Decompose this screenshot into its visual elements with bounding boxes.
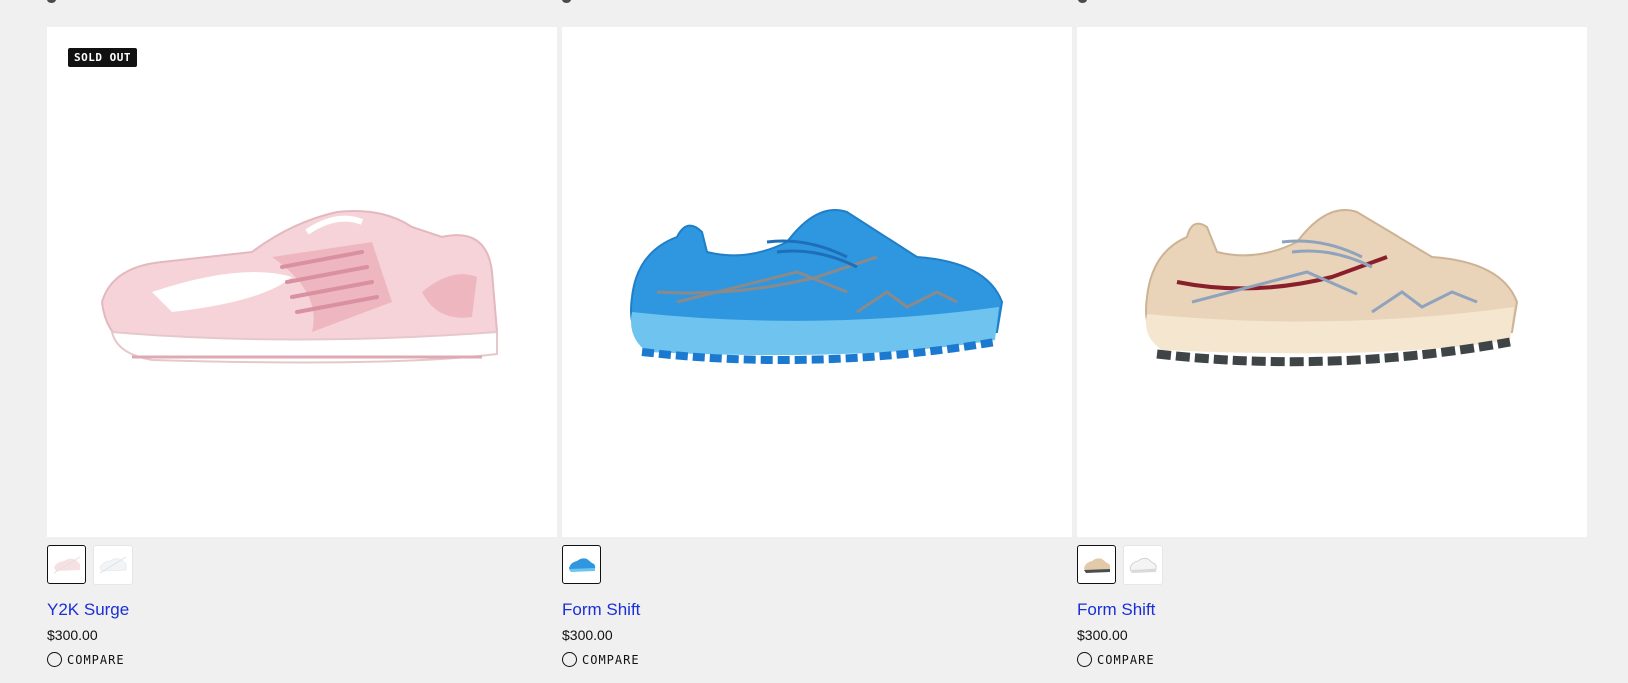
color-swatches bbox=[1077, 545, 1587, 585]
compare-label: COMPARE bbox=[582, 652, 640, 667]
product-name-link[interactable]: Y2K Surge bbox=[47, 599, 129, 621]
product-price: $300.00 bbox=[562, 627, 613, 643]
compare-toggle[interactable]: COMPARE bbox=[1077, 652, 1587, 667]
product-name-link[interactable]: Form Shift bbox=[1077, 599, 1155, 621]
blue-shoe-swatch-icon bbox=[568, 557, 595, 572]
product-grid: SOLD OUT Y2K Surge $300.00 COMPARE Form … bbox=[47, 27, 1587, 667]
product-name-link[interactable]: Form Shift bbox=[562, 599, 640, 621]
color-swatches bbox=[47, 545, 557, 585]
tan-shoe-swatch-icon bbox=[1083, 557, 1110, 573]
swatch-pink[interactable] bbox=[47, 545, 86, 584]
product-card: SOLD OUT Y2K Surge $300.00 COMPARE bbox=[47, 27, 557, 667]
product-image[interactable] bbox=[1077, 27, 1587, 537]
swatch-white[interactable] bbox=[1123, 545, 1163, 585]
compare-toggle[interactable]: COMPARE bbox=[562, 652, 1072, 667]
product-price: $300.00 bbox=[47, 627, 98, 643]
compare-label: COMPARE bbox=[1097, 652, 1155, 667]
product-price: $300.00 bbox=[1077, 627, 1128, 643]
sold-out-badge: SOLD OUT bbox=[68, 48, 137, 67]
pink-white-sneaker-icon bbox=[100, 210, 499, 364]
swatch-blue[interactable] bbox=[562, 545, 601, 584]
white-sneaker-swatch-icon bbox=[99, 556, 127, 574]
compare-toggle[interactable]: COMPARE bbox=[47, 652, 557, 667]
compare-radio[interactable] bbox=[1077, 652, 1092, 667]
swatch-tan[interactable] bbox=[1077, 545, 1116, 584]
compare-radio[interactable] bbox=[562, 652, 577, 667]
product-card: Form Shift $300.00 COMPARE bbox=[562, 27, 1072, 667]
compare-radio[interactable] bbox=[47, 652, 62, 667]
white-shoe-swatch-icon bbox=[1129, 557, 1157, 573]
product-card: Form Shift $300.00 COMPARE bbox=[1077, 27, 1587, 667]
product-image[interactable]: SOLD OUT bbox=[47, 27, 557, 537]
swatch-white[interactable] bbox=[93, 545, 133, 585]
tan-trail-shoe-icon bbox=[1145, 209, 1519, 367]
color-swatches bbox=[562, 545, 1072, 585]
blue-trail-shoe-icon bbox=[630, 209, 1004, 364]
product-image[interactable] bbox=[562, 27, 1072, 537]
compare-label: COMPARE bbox=[67, 652, 125, 667]
pink-sneaker-swatch-icon bbox=[53, 556, 80, 573]
